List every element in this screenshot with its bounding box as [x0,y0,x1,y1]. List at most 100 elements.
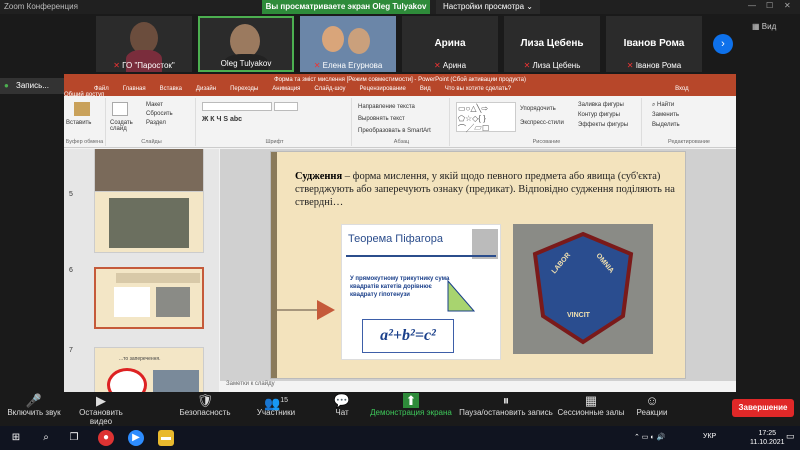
next-participants-button[interactable]: › [713,34,733,54]
align-text-button[interactable]: Выровнять текст [358,116,405,122]
muted-mic-icon: ✕ [523,61,531,70]
breakout-rooms-button[interactable]: ▦ Сессионные залы [556,394,626,418]
close-icon[interactable]: ✕ [784,1,791,10]
paragraph-group: Направление текста Выровнять текст Преоб… [354,98,450,146]
motto-word: VINCIT [567,312,590,319]
chat-button[interactable]: 💬 Чат [330,393,354,418]
participant-tile[interactable]: ✕ ГО "Паросток" [96,16,192,72]
ppt-tab[interactable]: Дизайн [196,86,216,92]
smile-icon: ☺ [645,393,659,408]
shape-effects-button[interactable]: Эффекты фигуры [578,122,628,128]
smartart-button[interactable]: Преобразовать в SmartArt [358,128,431,134]
participant-tile[interactable]: Арина ✕ Арина [402,16,498,72]
slide-number: 7 [69,347,73,354]
slides-group: Создать слайд Макет Сбросить Раздел Слай… [108,98,196,146]
grid-icon: ▦ [752,22,760,31]
find-button[interactable]: ⌕ Найти [652,102,674,109]
slide-number: 6 [69,267,73,274]
thumbnail-text: ...то заперечення. [119,356,161,362]
ppt-tab[interactable]: Слайд-шоу [314,86,345,92]
shield-icon: 🛡 [196,393,214,408]
reset-button[interactable]: Сбросить [146,111,173,117]
muted-mic-icon: ✕ [626,61,634,70]
clock[interactable]: 17:25 11.10.2021 [750,429,785,447]
view-button[interactable]: ▦ Вид [752,22,776,31]
group-label: Рисование [532,139,561,145]
zoom-icon[interactable]: ▶ [128,430,144,446]
slide-thumbnails-pane[interactable]: 5 6 7 ...то заперечення. [64,149,219,392]
font-size-select[interactable] [274,102,298,111]
slide-thumbnail[interactable]: ...то заперечення. [94,347,204,392]
view-options-label: Настройки просмотра [443,2,525,11]
share-screen-icon: ⬆ [402,393,420,408]
ppt-tab[interactable]: Вставка [160,86,182,92]
muted-mic-icon: ✕ [113,61,120,70]
view-options-button[interactable]: Настройки просмотра ⌄ [436,0,540,14]
participant-tile[interactable]: ✕ Елена Егурнова [300,16,396,72]
font-name-select[interactable] [202,102,272,111]
pause-recording-button[interactable]: ⏸ Пауза/остановить запись [458,393,554,418]
bold-icon[interactable]: Ж К Ч S abc [202,116,242,123]
section-button[interactable]: Раздел [146,120,166,126]
end-meeting-button[interactable]: Завершение [732,399,794,417]
current-slide[interactable]: Судження – форма мислення, у якій щодо п… [270,151,686,379]
participant-name: ✕ Елена Егурнова [313,61,383,70]
search-icon[interactable]: ⌕ [38,430,54,446]
participant-name: ✕ Лиза Цебень [523,61,581,70]
slide-notes[interactable]: Заметки к слайду [220,381,736,392]
participants-button[interactable]: 👥15 Участники [254,394,298,417]
shapes-gallery[interactable]: ▭○△╲⇨ ⬠☆◇{ } ⌒╱▱☐ [456,102,516,133]
ppt-tab[interactable]: Переходы [230,86,258,92]
chat-icon: 💬 [333,393,351,408]
ppt-tab[interactable]: Анимация [272,86,300,92]
muted-mic-icon: ✕ [313,61,321,70]
arrow-decoration [277,300,335,320]
minimize-icon[interactable]: — [748,1,756,10]
maximize-icon[interactable]: ☐ [766,1,773,10]
notifications-icon[interactable]: ▭ [786,431,795,442]
ppt-tab[interactable]: Главная [123,86,146,92]
slide-thumbnail[interactable] [94,191,204,253]
drawing-group: ▭○△╲⇨ ⬠☆◇{ } ⌒╱▱☐ Упорядочить Экспресс-сти… [452,98,642,146]
tray-icons[interactable]: ⌃ ▭ ◐ 🔊 [634,433,665,441]
select-button[interactable]: Выделить [652,122,680,128]
ppt-tab[interactable]: Вид [420,86,431,92]
ppt-ribbon-tabs: Файл Главная Вставка Дизайн Переходы Анимация… [64,86,736,98]
recording-indicator[interactable]: ● Запись... [0,78,64,94]
windows-start-icon[interactable]: ⊞ [8,430,24,446]
ppt-ribbon: Вставить Буфер обмена Создать слайд Маке… [64,96,736,148]
ppt-tab[interactable]: Рецензирование [360,86,406,92]
time: 17:25 [758,430,777,437]
reactions-button[interactable]: ☺ Реакции [634,393,670,418]
window-controls[interactable]: — ☐ ✕ [740,0,800,14]
slide-number: 5 [69,191,73,198]
participant-tile[interactable]: Лиза Цебень ✕ Лиза Цебень [504,16,600,72]
pythagoras-card: Теорема Піфагора У прямокутному трикутни… [341,224,501,360]
shape-outline-button[interactable]: Контур фигуры [578,112,620,118]
task-view-icon[interactable]: ❐ [66,430,82,446]
replace-button[interactable]: Заменить [652,112,679,118]
file-explorer-icon[interactable]: ▬ [158,430,174,446]
stop-video-button[interactable]: ▶ Остановить видео [68,393,134,427]
language-indicator[interactable]: УКР [703,433,716,440]
slide-thumbnail-selected[interactable] [94,267,204,329]
shape-fill-button[interactable]: Заливка фигуры [578,102,624,108]
participant-tile[interactable]: Іванов Рома ✕ Іванов Рома [606,16,702,72]
new-slide-icon [112,102,128,116]
pause-icon: ⏸ [502,393,510,408]
ppt-tell-me[interactable]: Что вы хотите сделать? [445,86,511,92]
security-button[interactable]: 🛡 Безопасность [176,393,234,418]
chrome-icon[interactable]: ● [98,430,114,446]
layout-button[interactable]: Макет [146,102,163,108]
share-screen-button[interactable]: ⬆ Демонстрация экрана [370,393,452,417]
paste-button[interactable]: Вставить [66,120,91,126]
arrange-button[interactable]: Упорядочить [520,106,556,112]
video-camera-icon: ▶ [96,393,106,408]
ppt-signin[interactable]: Вход [675,86,689,92]
editing-group: ⌕ Найти Заменить Выделить Редактирование [644,98,734,146]
quick-styles-button[interactable]: Экспресс-стили [520,120,564,126]
text-direction-button[interactable]: Направление текста [358,104,415,110]
unmute-button[interactable]: 🎤 Включить звук [4,394,64,418]
new-slide-button[interactable]: Создать слайд [110,120,144,132]
participant-tile-active[interactable]: Oleg Tulyakov [198,16,294,72]
